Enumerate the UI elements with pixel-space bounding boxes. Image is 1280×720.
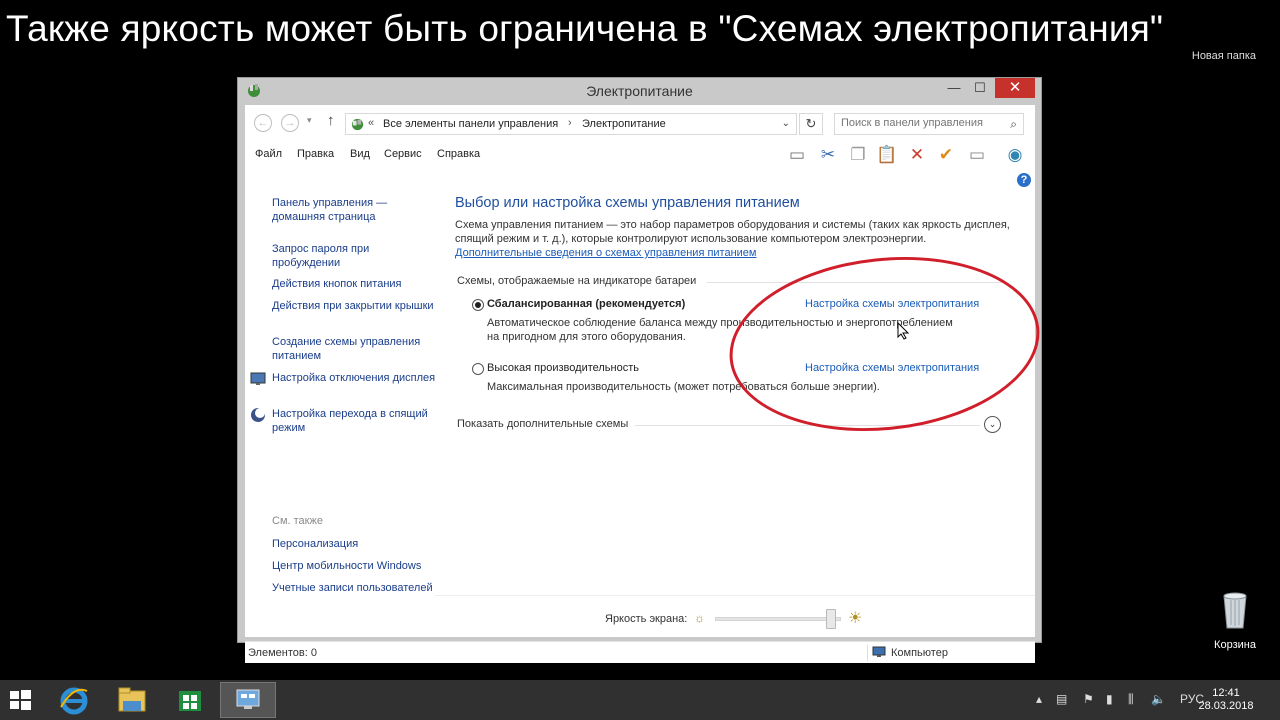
menu-tools[interactable]: Сервис	[384, 148, 422, 160]
expand-chevron-icon[interactable]: ⌄	[984, 416, 1001, 433]
control-panel-taskbar-icon[interactable]	[220, 682, 276, 718]
menu-view[interactable]: Вид	[350, 148, 370, 160]
high-performance-radio[interactable]	[472, 363, 484, 375]
properties-check-icon[interactable]: ✔	[935, 144, 957, 166]
copy-icon[interactable]: ❐	[847, 144, 869, 166]
title-bar[interactable]: Электропитание — ☐ ✕	[238, 78, 1041, 104]
clock-date: 28.03.2018	[1198, 700, 1254, 712]
store-icon[interactable]	[162, 682, 218, 718]
breadcrumb-power-options[interactable]: Электропитание	[582, 118, 666, 130]
search-box[interactable]: ⌕	[834, 113, 1024, 135]
clock[interactable]: 12:41 28.03.2018	[1196, 687, 1256, 713]
view-options-icon[interactable]: ◉	[1004, 144, 1026, 166]
minimize-button[interactable]: —	[941, 78, 967, 98]
recycle-bin-icon[interactable]	[1216, 590, 1254, 630]
computer-icon	[872, 646, 886, 657]
breadcrumb-separator-icon[interactable]: ›	[568, 117, 572, 129]
control-panel-icon	[351, 118, 364, 131]
nav-power-buttons[interactable]: Действия кнопок питания	[272, 277, 437, 291]
nav-personalization[interactable]: Персонализация	[272, 537, 437, 551]
clock-time: 12:41	[1212, 687, 1240, 699]
see-also-heading: См. также	[272, 515, 323, 527]
recent-locations-chevron-icon[interactable]: ▾	[307, 115, 312, 126]
internet-explorer-icon[interactable]	[46, 682, 102, 718]
nav-control-panel-home[interactable]: Панель управления — домашняя страница	[272, 196, 437, 224]
up-arrow-icon[interactable]: ↑	[327, 112, 335, 129]
refresh-button[interactable]: ↻	[799, 113, 823, 135]
search-icon[interactable]: ⌕	[1010, 117, 1017, 132]
menu-help[interactable]: Справка	[437, 148, 480, 160]
breadcrumb-all-items[interactable]: Все элементы панели управления	[383, 118, 558, 130]
left-navigation-pane: Панель управления — домашняя страница За…	[245, 169, 440, 619]
status-divider	[867, 645, 868, 661]
nav-create-plan[interactable]: Создание схемы управления питанием	[272, 335, 437, 363]
brightness-label: Яркость экрана:	[605, 613, 688, 625]
cut-icon[interactable]: ✂	[817, 144, 839, 166]
sleep-moon-icon	[251, 408, 265, 422]
recycle-bin-label: Корзина	[1214, 639, 1256, 651]
nav-lid-close[interactable]: Действия при закрытии крышки	[272, 299, 437, 313]
network-icon[interactable]: ⫼	[1128, 692, 1134, 707]
close-button[interactable]: ✕	[995, 78, 1035, 98]
video-caption: Также яркость может быть ограничена в "С…	[6, 8, 1164, 49]
balanced-plan-name[interactable]: Сбалансированная (рекомендуется)	[487, 298, 685, 310]
rename-icon[interactable]: ▭	[966, 144, 988, 166]
location-computer: Компьютер	[891, 647, 948, 659]
paste-icon[interactable]: 📋	[876, 144, 898, 166]
show-hidden-icons-icon[interactable]: ▴	[1036, 692, 1042, 706]
show-more-plans-label[interactable]: Показать дополнительные схемы	[457, 418, 628, 430]
nav-display-off[interactable]: Настройка отключения дисплея	[272, 371, 437, 385]
brightness-low-icon: ☼	[694, 611, 705, 625]
brightness-high-icon: ☀	[848, 610, 863, 627]
delete-icon[interactable]: ✕	[906, 144, 928, 166]
keyboard-tray-icon[interactable]: ▤	[1056, 692, 1067, 706]
action-center-flag-icon[interactable]: ⚑	[1083, 692, 1094, 706]
brightness-slider-track	[716, 618, 834, 620]
layout-icon[interactable]: ▭	[786, 144, 808, 166]
taskbar: ▴ ▤ ⚑ ▮ ⫼ 🔈 РУС 12:41 28.03.2018	[0, 680, 1280, 720]
items-count: Элементов: 0	[248, 647, 317, 659]
nav-user-accounts[interactable]: Учетные записи пользователей	[272, 581, 437, 595]
display-icon	[250, 372, 266, 385]
page-heading: Выбор или настройка схемы управления пит…	[455, 195, 800, 211]
balanced-plan-radio[interactable]	[472, 299, 484, 311]
nav-sleep[interactable]: Настройка перехода в спящий режим	[272, 407, 437, 435]
desktop-folder-label[interactable]: Новая папка	[1192, 50, 1256, 62]
footer-divider	[435, 595, 1035, 596]
show-more-divider	[635, 425, 980, 426]
brightness-slider[interactable]	[715, 609, 841, 629]
back-button[interactable]: ←	[254, 114, 272, 132]
menu-edit[interactable]: Правка	[297, 148, 334, 160]
more-info-link[interactable]: Дополнительные сведения о схемах управле…	[455, 247, 757, 259]
high-performance-plan-name[interactable]: Высокая производительность	[487, 362, 639, 374]
page-description: Схема управления питанием — это набор па…	[455, 219, 1010, 245]
mouse-cursor-icon	[897, 322, 909, 340]
volume-icon[interactable]: 🔈	[1151, 692, 1166, 706]
window-title: Электропитание	[586, 83, 693, 99]
forward-button[interactable]: →	[281, 114, 299, 132]
maximize-button[interactable]: ☐	[967, 78, 993, 98]
address-bar[interactable]: « Все элементы панели управления › Элект…	[345, 113, 797, 135]
search-input[interactable]	[841, 117, 1001, 129]
screen: Также яркость может быть ограничена в "С…	[0, 0, 1280, 720]
nav-require-password[interactable]: Запрос пароля при пробуждении	[272, 242, 437, 270]
menu-bar: Файл Правка Вид Сервис Справка ▭ ✂ ❐ 📋 ✕…	[245, 139, 1035, 169]
windows-start-icon[interactable]	[8, 688, 32, 712]
address-row: ← → ▾ ↑ « Все элементы панели управления…	[245, 105, 1035, 139]
file-explorer-icon[interactable]	[104, 682, 160, 718]
brightness-slider-thumb[interactable]	[826, 609, 836, 629]
battery-plans-group-label: Схемы, отображаемые на индикаторе батаре…	[457, 275, 697, 287]
address-dropdown-icon[interactable]: ⌄	[782, 118, 790, 129]
menu-file[interactable]: Файл	[255, 148, 282, 160]
battery-icon[interactable]: ▮	[1106, 692, 1113, 706]
address-overflow-icon[interactable]: «	[368, 117, 374, 129]
nav-mobility-center[interactable]: Центр мобильности Windows	[272, 559, 437, 573]
status-bar: Элементов: 0 Компьютер	[245, 641, 1035, 663]
